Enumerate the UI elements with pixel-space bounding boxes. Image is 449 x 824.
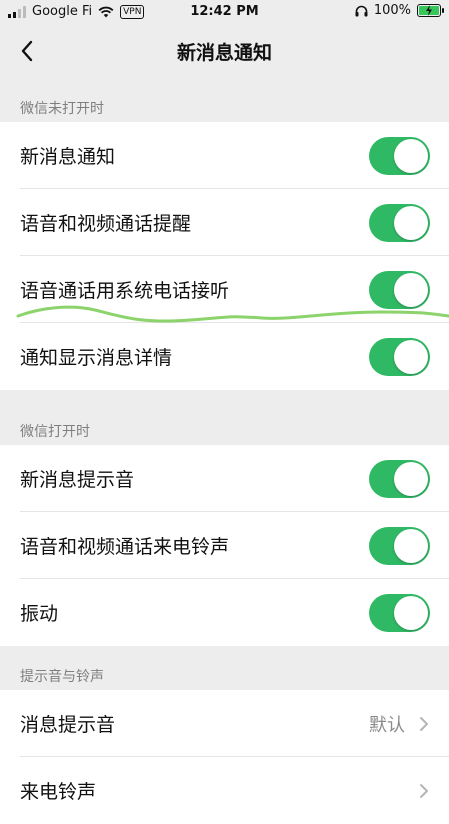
chevron-right-icon xyxy=(420,716,428,731)
toggle-switch[interactable] xyxy=(369,593,430,632)
group-sounds: 消息提示音 默认 来电铃声 xyxy=(0,690,449,824)
row-value: 默认 xyxy=(369,714,405,736)
battery-charging-icon xyxy=(417,4,444,17)
section-header-sounds: 提示音与铃声 xyxy=(20,669,104,685)
battery-percent: 100% xyxy=(373,3,411,18)
row-label: 新消息通知 xyxy=(20,146,116,168)
row-system-phone-answer: 语音通话用系统电话接听 xyxy=(0,256,449,323)
row-label: 语音和视频通话提醒 xyxy=(20,213,192,235)
row-label: 通知显示消息详情 xyxy=(20,347,173,369)
row-call-ringtone-toggle: 语音和视频通话来电铃声 xyxy=(0,512,449,579)
chevron-right-icon xyxy=(420,783,428,798)
row-label: 振动 xyxy=(20,603,59,625)
row-new-message-notification: 新消息通知 xyxy=(0,122,449,189)
section-header-closed: 微信未打开时 xyxy=(20,101,104,117)
nav-bar: 新消息通知 xyxy=(0,28,449,74)
toggle-switch[interactable] xyxy=(369,526,430,565)
toggle-switch[interactable] xyxy=(369,136,430,175)
row-message-sound[interactable]: 消息提示音 默认 xyxy=(0,690,449,757)
row-label: 消息提示音 xyxy=(20,714,116,736)
page-title: 新消息通知 xyxy=(176,42,272,64)
row-label: 语音通话用系统电话接听 xyxy=(20,280,230,302)
row-new-message-sound: 新消息提示音 xyxy=(0,445,449,512)
section-header-open: 微信打开时 xyxy=(20,424,90,440)
row-label: 新消息提示音 xyxy=(20,469,135,491)
row-label: 语音和视频通话来电铃声 xyxy=(20,536,230,558)
toggle-switch[interactable] xyxy=(369,337,430,376)
toggle-switch[interactable] xyxy=(369,459,430,498)
toggle-switch[interactable] xyxy=(369,270,430,309)
status-right: 100% xyxy=(355,3,444,18)
group-wechat-closed: 新消息通知 语音和视频通话提醒 语音通话用系统电话接听 通知显示消息详情 xyxy=(0,122,449,390)
headphones-icon xyxy=(355,5,368,16)
toggle-switch[interactable] xyxy=(369,203,430,242)
row-vibration: 振动 xyxy=(0,579,449,646)
group-wechat-open: 新消息提示音 语音和视频通话来电铃声 振动 xyxy=(0,445,449,646)
row-call-ringtone[interactable]: 来电铃声 xyxy=(0,757,449,824)
row-voice-video-alert: 语音和视频通话提醒 xyxy=(0,189,449,256)
status-bar: Google Fi VPN 12:42 PM 100% xyxy=(0,0,449,28)
row-show-message-details: 通知显示消息详情 xyxy=(0,323,449,390)
